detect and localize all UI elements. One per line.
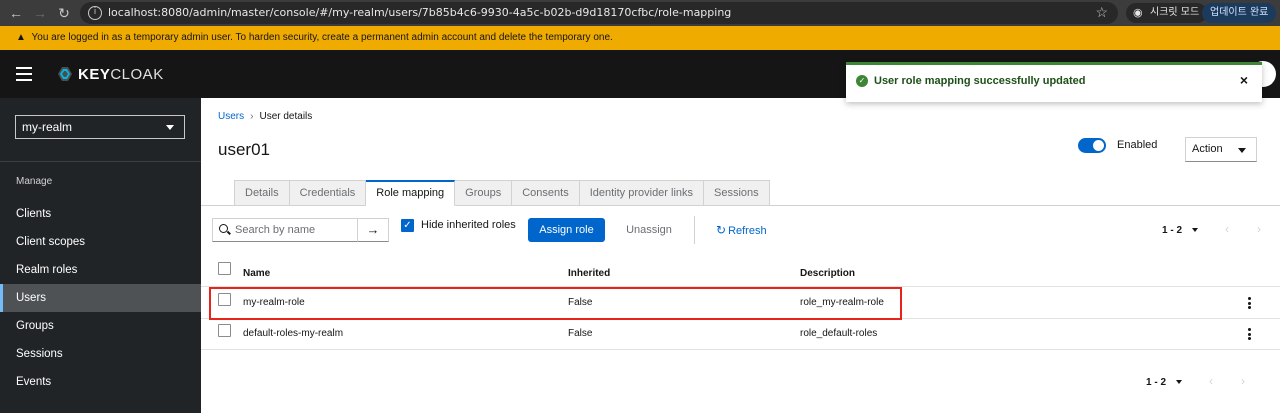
assign-role-button[interactable]: Assign role	[528, 218, 605, 242]
temporary-admin-banner: ▲ You are logged in as a temporary admin…	[0, 26, 1280, 50]
search-submit-arrow-icon[interactable]: →	[357, 218, 389, 242]
previous-page-icon[interactable]: ‹	[1209, 374, 1213, 388]
hide-inherited-label[interactable]: Hide inherited roles	[421, 219, 516, 231]
site-info-icon[interactable]: i	[88, 6, 102, 20]
realm-selector-value: my-realm	[22, 120, 72, 134]
banner-text: You are logged in as a temporary admin u…	[31, 32, 613, 43]
update-button[interactable]: 업데이트 완료	[1202, 3, 1277, 23]
search-placeholder: Search by name	[235, 224, 316, 236]
hide-inherited-checkbox[interactable]: ✓	[401, 219, 414, 232]
success-toast: ✓ User role mapping successfully updated…	[846, 62, 1262, 102]
next-page-icon[interactable]: ›	[1257, 222, 1261, 236]
pagination-range: 1 - 2	[1162, 225, 1183, 236]
tab-sessions[interactable]: Sessions	[704, 180, 770, 206]
caret-down-icon	[1176, 380, 1183, 385]
tab-identity-provider-links[interactable]: Identity provider links	[579, 180, 705, 206]
warning-icon: ▲	[16, 32, 26, 43]
chevron-right-icon: ›	[250, 111, 254, 122]
column-header-name[interactable]: Name	[243, 268, 270, 279]
tab-role-mapping[interactable]: Role mapping	[366, 180, 456, 206]
row-checkbox[interactable]	[218, 324, 231, 337]
column-header-description: Description	[800, 268, 856, 279]
check-circle-icon: ✓	[856, 75, 868, 87]
reload-icon[interactable]: ↻	[54, 3, 74, 23]
address-url: localhost:8080/admin/master/console/#/my…	[108, 6, 732, 19]
next-page-icon[interactable]: ›	[1241, 374, 1245, 388]
row-kebab-menu-icon[interactable]	[1248, 297, 1252, 311]
sidebar-divider	[0, 161, 201, 162]
sidebar-item-users[interactable]: Users	[0, 284, 201, 312]
close-icon[interactable]: ×	[1240, 72, 1248, 88]
incognito-label: 시크릿 모드	[1150, 7, 1200, 18]
search-icon	[219, 224, 228, 233]
sidebar-item-realm-roles[interactable]: Realm roles	[0, 256, 201, 284]
toolbar-divider	[694, 216, 695, 244]
table-row-inherited: False	[568, 328, 593, 339]
sidebar-item-events[interactable]: Events	[0, 368, 201, 396]
refresh-label: Refresh	[728, 225, 767, 237]
table-row-name: default-roles-my-realm	[243, 328, 344, 339]
forward-arrow-icon[interactable]: →	[30, 3, 50, 23]
address-bar[interactable]: i localhost:8080/admin/master/console/#/…	[80, 2, 1118, 24]
tab-details[interactable]: Details	[234, 180, 290, 206]
refresh-icon: ↻	[716, 223, 727, 237]
breadcrumb-users-link[interactable]: Users	[218, 111, 244, 122]
pagination-range: 1 - 2	[1146, 377, 1167, 388]
sidebar-item-sessions[interactable]: Sessions	[0, 340, 201, 368]
tab-consents[interactable]: Consents	[512, 180, 580, 206]
sidebar-section-manage: Manage	[16, 176, 53, 187]
realm-selector[interactable]: my-realm	[15, 115, 185, 139]
tab-credentials[interactable]: Credentials	[289, 180, 367, 206]
annotation-highlight-box	[209, 287, 902, 320]
caret-down-icon	[1238, 148, 1246, 153]
enabled-toggle[interactable]	[1078, 138, 1106, 153]
bookmark-star-icon[interactable]: ☆	[1095, 4, 1108, 21]
browser-toolbar: ← → ↻ i localhost:8080/admin/master/cons…	[0, 0, 1280, 26]
select-all-checkbox[interactable]	[218, 262, 231, 275]
previous-page-icon[interactable]: ‹	[1225, 222, 1229, 236]
sidebar-item-groups[interactable]: Groups	[0, 312, 201, 340]
refresh-button[interactable]: ↻ Refresh	[716, 218, 767, 243]
action-label: Action	[1192, 143, 1223, 155]
caret-down-icon	[166, 125, 174, 130]
unassign-button[interactable]: Unassign	[614, 218, 684, 242]
incognito-badge[interactable]: ◉ 시크릿 모드	[1126, 3, 1208, 23]
tab-bar: Details Credentials Role mapping Groups …	[234, 180, 770, 206]
row-kebab-menu-icon[interactable]	[1248, 328, 1252, 342]
breadcrumb: Users › User details	[218, 111, 312, 122]
caret-down-icon	[1192, 228, 1199, 233]
back-arrow-icon[interactable]: ←	[6, 3, 26, 23]
keycloak-logo-icon	[58, 67, 72, 81]
pagination-top[interactable]: 1 - 2	[1162, 225, 1199, 236]
hamburger-menu-icon[interactable]	[16, 67, 32, 81]
sidebar-item-clients[interactable]: Clients	[0, 200, 201, 228]
page-title: user01	[218, 140, 270, 159]
search-input[interactable]: Search by name	[212, 218, 358, 242]
keycloak-logo-text[interactable]: KEYCLOAK	[78, 66, 164, 83]
breadcrumb-current: User details	[259, 111, 313, 122]
column-header-inherited: Inherited	[568, 268, 611, 279]
toast-message: User role mapping successfully updated	[874, 75, 1086, 87]
table-row-divider	[201, 349, 1280, 350]
incognito-icon: ◉	[1133, 6, 1143, 19]
table-row-description: role_default-roles	[800, 328, 878, 339]
sidebar-item-client-scopes[interactable]: Client scopes	[0, 228, 201, 256]
sidebar: my-realm Manage Clients Client scopes Re…	[0, 98, 201, 413]
action-dropdown[interactable]: Action	[1185, 137, 1257, 162]
pagination-bottom[interactable]: 1 - 2	[1146, 377, 1183, 388]
tab-groups[interactable]: Groups	[455, 180, 513, 206]
enabled-label: Enabled	[1117, 139, 1158, 151]
